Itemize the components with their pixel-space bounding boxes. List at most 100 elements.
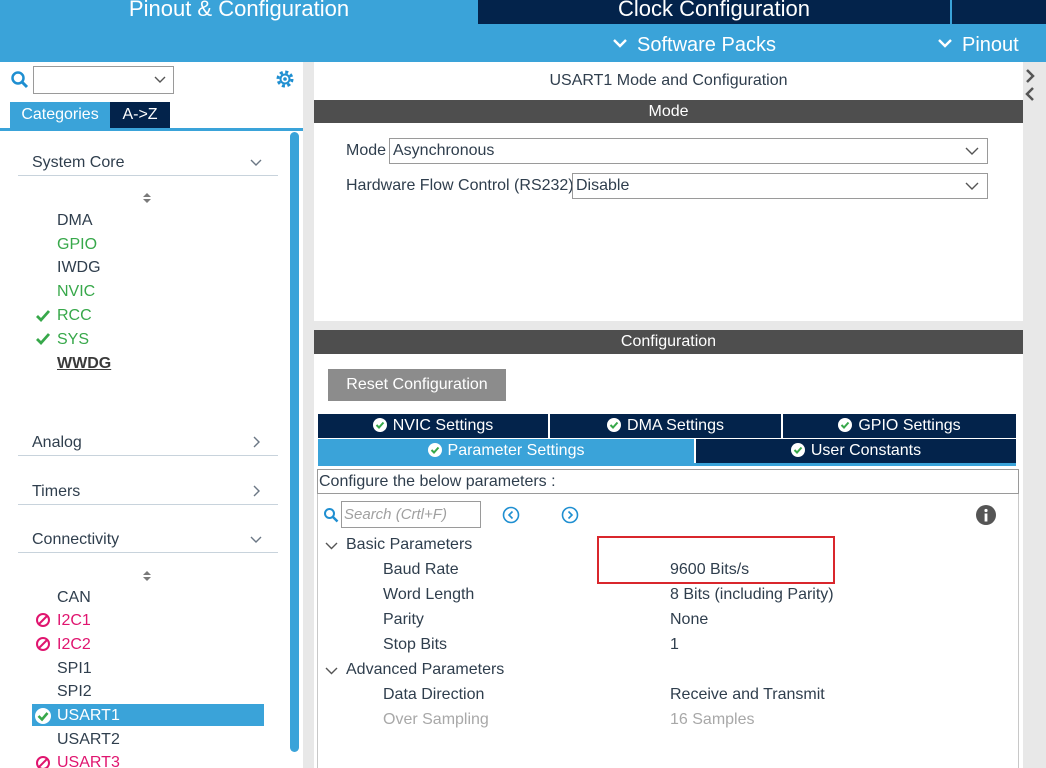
peripheral-usart3[interactable]: USART3	[57, 753, 120, 768]
peripheral-nvic[interactable]: NVIC	[57, 282, 95, 302]
chevron-right-icon	[253, 436, 260, 448]
chevron-down-icon	[613, 39, 627, 48]
category-scrollbar[interactable]	[290, 132, 299, 752]
mode-header: Mode	[314, 100, 1023, 123]
mode-label: Mode	[346, 142, 387, 159]
category-analog[interactable]: Analog	[18, 428, 278, 456]
category-list: System Core DMA GPIO IWDG NVIC RCC SYS W…	[0, 132, 303, 768]
param-over-sampling-name: Over Sampling	[383, 711, 489, 728]
tab-dma-settings[interactable]: DMA Settings	[550, 414, 781, 438]
no-entry-icon	[36, 756, 50, 768]
sort-icon[interactable]	[142, 570, 152, 582]
peripheral-spi2[interactable]: SPI2	[57, 682, 92, 702]
tab-parameter-settings[interactable]: Parameter Settings	[318, 439, 694, 463]
configuration-header: Configuration	[314, 330, 1023, 354]
param-baud-rate-name: Baud Rate	[383, 561, 459, 578]
param-parity-value[interactable]: None	[670, 609, 708, 631]
mode-select[interactable]: Asynchronous	[389, 138, 988, 164]
previous-match-icon[interactable]	[502, 506, 520, 524]
check-circle-icon	[607, 418, 622, 432]
param-stop-bits-value[interactable]: 1	[670, 634, 679, 656]
info-icon[interactable]	[975, 504, 997, 526]
peripheral-sys[interactable]: SYS	[57, 330, 89, 350]
right-gutter	[1023, 62, 1046, 768]
chevron-down-icon[interactable]	[325, 664, 338, 677]
hardware-flow-control-label: Hardware Flow Control (RS232)	[346, 177, 574, 194]
tab-nvic-settings[interactable]: NVIC Settings	[318, 414, 548, 438]
search-icon[interactable]	[10, 70, 30, 90]
peripheral-usart1[interactable]: USART1	[57, 706, 120, 726]
tab-clock-configuration[interactable]: Clock Configuration	[478, 0, 950, 24]
gear-icon[interactable]	[274, 68, 296, 90]
peripheral-usart2[interactable]: USART2	[57, 730, 120, 750]
peripheral-spi1[interactable]: SPI1	[57, 659, 92, 679]
param-data-direction-name: Data Direction	[383, 686, 485, 703]
tab-underline	[0, 128, 303, 131]
category-system-core[interactable]: System Core	[18, 148, 278, 176]
param-word-length-value[interactable]: 8 Bits (including Parity)	[670, 584, 834, 606]
check-circle-icon	[372, 418, 387, 432]
chevron-down-icon	[250, 159, 262, 166]
tab-label: User Constants	[810, 442, 922, 459]
mode-select-value: Asynchronous	[393, 142, 495, 159]
category-label: Timers	[32, 483, 81, 500]
no-entry-icon	[36, 637, 50, 651]
group-advanced-parameters[interactable]: Advanced Parameters	[346, 659, 504, 681]
panel-divider[interactable]	[303, 62, 314, 768]
software-packs-label: Software Packs	[637, 34, 776, 56]
param-word-length-name: Word Length	[383, 586, 475, 603]
peripheral-dma[interactable]: DMA	[57, 211, 93, 231]
tab-pinout-configuration-label: Pinout & Configuration	[128, 0, 350, 21]
peripheral-wwdg[interactable]: WWDG	[57, 354, 111, 374]
tab-label: DMA Settings	[627, 417, 724, 434]
category-connectivity[interactable]: Connectivity	[18, 525, 278, 553]
tab-underline	[318, 463, 1016, 466]
top-bar: Pinout & Configuration Clock Configurati…	[0, 0, 1046, 62]
panel-separator[interactable]	[314, 321, 1023, 330]
check-circle-icon	[427, 443, 442, 457]
tab-label: NVIC Settings	[392, 417, 494, 434]
tab-user-constants[interactable]: User Constants	[696, 439, 1016, 463]
peripheral-i2c1[interactable]: I2C1	[57, 611, 91, 631]
chevron-down-icon[interactable]	[325, 539, 338, 552]
param-data-direction-value[interactable]: Receive and Transmit	[670, 684, 825, 706]
tab-gpio-settings[interactable]: GPIO Settings	[783, 414, 1016, 438]
chevron-down-icon	[154, 76, 166, 83]
pinout-menu[interactable]: Pinout	[938, 33, 1019, 57]
tab-more[interactable]	[950, 0, 1046, 24]
collapse-icon[interactable]	[1025, 68, 1035, 104]
peripheral-iwdg[interactable]: IWDG	[57, 258, 101, 278]
check-circle-icon	[35, 708, 51, 724]
parameter-search-input[interactable]: Search (Crtl+F)	[341, 501, 481, 528]
left-panel: Categories A->Z System Core DMA GPIO IWD…	[0, 62, 303, 768]
hardware-flow-control-select[interactable]: Disable	[572, 173, 988, 199]
next-match-icon[interactable]	[561, 506, 579, 524]
no-entry-icon	[36, 613, 50, 627]
tab-a-to-z[interactable]: A->Z	[110, 102, 170, 128]
tab-clock-configuration-label: Clock Configuration	[618, 0, 810, 21]
annotation-highlight-box	[597, 536, 835, 584]
category-timers[interactable]: Timers	[18, 477, 278, 505]
group-basic-parameters[interactable]: Basic Parameters	[346, 534, 472, 556]
chevron-down-icon	[938, 39, 952, 48]
tab-label: GPIO Settings	[858, 417, 961, 434]
sort-icon[interactable]	[142, 192, 152, 204]
param-parity-name: Parity	[383, 611, 424, 628]
peripheral-i2c2[interactable]: I2C2	[57, 635, 91, 655]
parameter-hint: Configure the below parameters :	[317, 469, 1019, 494]
peripheral-rcc[interactable]: RCC	[57, 306, 92, 326]
search-combobox[interactable]	[33, 66, 174, 94]
tab-categories[interactable]: Categories	[10, 102, 110, 128]
search-icon	[324, 508, 339, 523]
peripheral-gpio[interactable]: GPIO	[57, 235, 97, 255]
category-label: Analog	[32, 434, 82, 451]
check-icon	[36, 333, 51, 346]
peripheral-can[interactable]: CAN	[57, 588, 91, 608]
tab-pinout-configuration[interactable]: Pinout & Configuration	[0, 0, 478, 24]
chevron-right-icon	[253, 485, 260, 497]
mode-panel-title: USART1 Mode and Configuration	[549, 72, 788, 89]
category-label: System Core	[32, 154, 125, 171]
software-packs-menu[interactable]: Software Packs	[613, 33, 776, 57]
reset-configuration-button[interactable]: Reset Configuration	[328, 369, 506, 401]
category-label: Connectivity	[32, 531, 120, 548]
